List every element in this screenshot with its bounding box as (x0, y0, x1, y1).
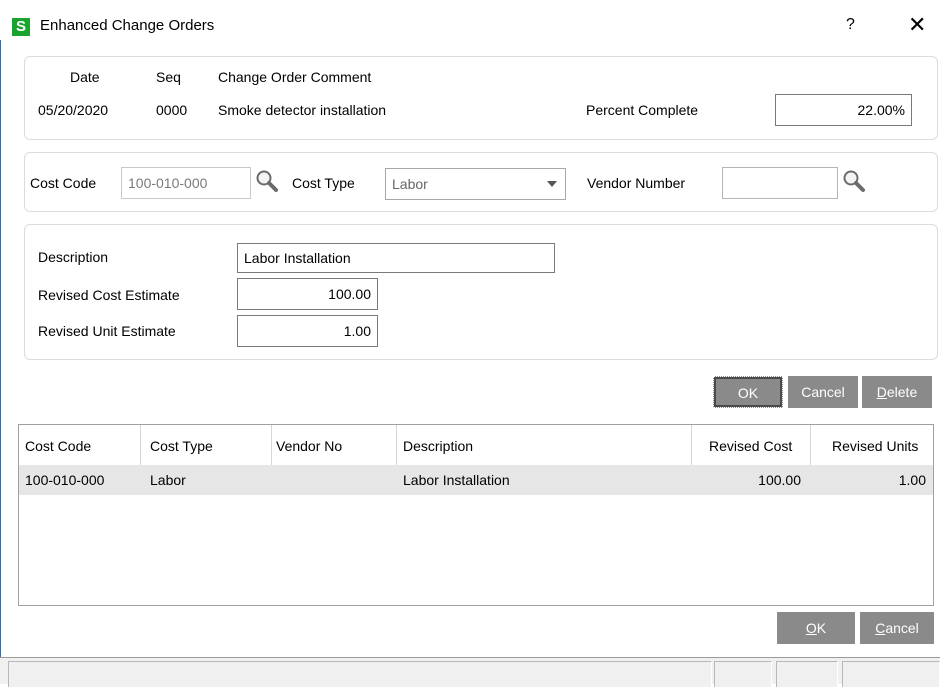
help-button[interactable]: ? (846, 16, 855, 34)
seq-header: Seq (156, 69, 181, 85)
cancel-label-rest: ancel (885, 620, 919, 636)
delete-label-rest: elete (886, 384, 918, 400)
ok-button[interactable]: OK (777, 612, 855, 644)
table-row[interactable]: 100-010-000 Labor Labor Installation 100… (19, 465, 933, 495)
status-panel (714, 661, 772, 687)
line-cancel-button[interactable]: Cancel (788, 376, 858, 408)
delete-mnemonic: D (876, 384, 887, 400)
description-label: Description (38, 249, 109, 265)
vendor-number-field[interactable] (722, 167, 838, 199)
column-divider (140, 425, 141, 465)
cell-cost-type: Labor (150, 472, 186, 488)
chevron-down-icon (547, 181, 557, 187)
app-logo-icon: S (12, 18, 30, 36)
status-panel-main (8, 661, 712, 687)
cost-type-label: Cost Type (292, 175, 355, 191)
vendor-lookup-icon[interactable] (841, 168, 867, 194)
column-header-revised-cost[interactable]: Revised Cost (709, 425, 792, 465)
cell-revised-units: 1.00 (898, 472, 926, 488)
cell-description: Labor Installation (403, 472, 510, 488)
cost-type-dropdown[interactable]: Labor (385, 168, 566, 200)
revised-cost-label: Revised Cost Estimate (38, 287, 180, 303)
window-edge (0, 40, 1, 683)
cost-code-field[interactable]: 100-010-000 (121, 167, 251, 199)
column-header-vendor-no[interactable]: Vendor No (276, 425, 342, 465)
percent-complete-label: Percent Complete (586, 102, 699, 118)
ok-label-rest: K (816, 620, 827, 636)
column-divider (810, 425, 811, 465)
description-field[interactable]: Labor Installation (237, 243, 555, 273)
percent-complete-field[interactable]: 22.00% (775, 94, 912, 126)
comment-value: Smoke detector installation (218, 102, 387, 118)
close-button[interactable]: ✕ (908, 12, 926, 38)
status-panel (776, 661, 838, 687)
cell-cost-code: 100-010-000 (25, 472, 105, 488)
column-divider (396, 425, 397, 465)
ok-mnemonic: O (805, 620, 817, 636)
revised-unit-label: Revised Unit Estimate (38, 323, 176, 339)
cost-type-selected: Labor (392, 176, 428, 192)
seq-value: 0000 (156, 102, 188, 118)
column-header-description[interactable]: Description (403, 425, 473, 465)
status-panel (842, 661, 940, 687)
column-header-cost-type[interactable]: Cost Type (150, 425, 213, 465)
revised-cost-field[interactable]: 100.00 (237, 278, 378, 310)
line-ok-button[interactable]: OK (713, 376, 783, 408)
comment-header: Change Order Comment (218, 69, 372, 85)
cost-code-lookup-icon[interactable] (254, 168, 280, 194)
date-value: 05/20/2020 (38, 102, 109, 118)
cancel-mnemonic: C (875, 620, 886, 636)
vendor-number-label: Vendor Number (587, 175, 686, 191)
column-header-revised-units[interactable]: Revised Units (832, 425, 918, 465)
column-divider (691, 425, 692, 465)
title-bar: S Enhanced Change Orders ? ✕ (0, 0, 940, 52)
status-bar (0, 657, 940, 687)
line-delete-button[interactable]: Delete (862, 376, 932, 408)
revised-unit-field[interactable]: 1.00 (237, 315, 378, 347)
date-header: Date (70, 69, 100, 85)
window-title: Enhanced Change Orders (40, 17, 215, 34)
change-order-lines-grid[interactable]: Cost Code Cost Type Vendor No Descriptio… (18, 424, 934, 606)
cancel-button[interactable]: Cancel (860, 612, 934, 644)
cell-revised-cost: 100.00 (758, 472, 801, 488)
column-divider (271, 425, 272, 465)
cost-code-label: Cost Code (30, 175, 97, 191)
column-header-cost-code[interactable]: Cost Code (25, 425, 91, 465)
